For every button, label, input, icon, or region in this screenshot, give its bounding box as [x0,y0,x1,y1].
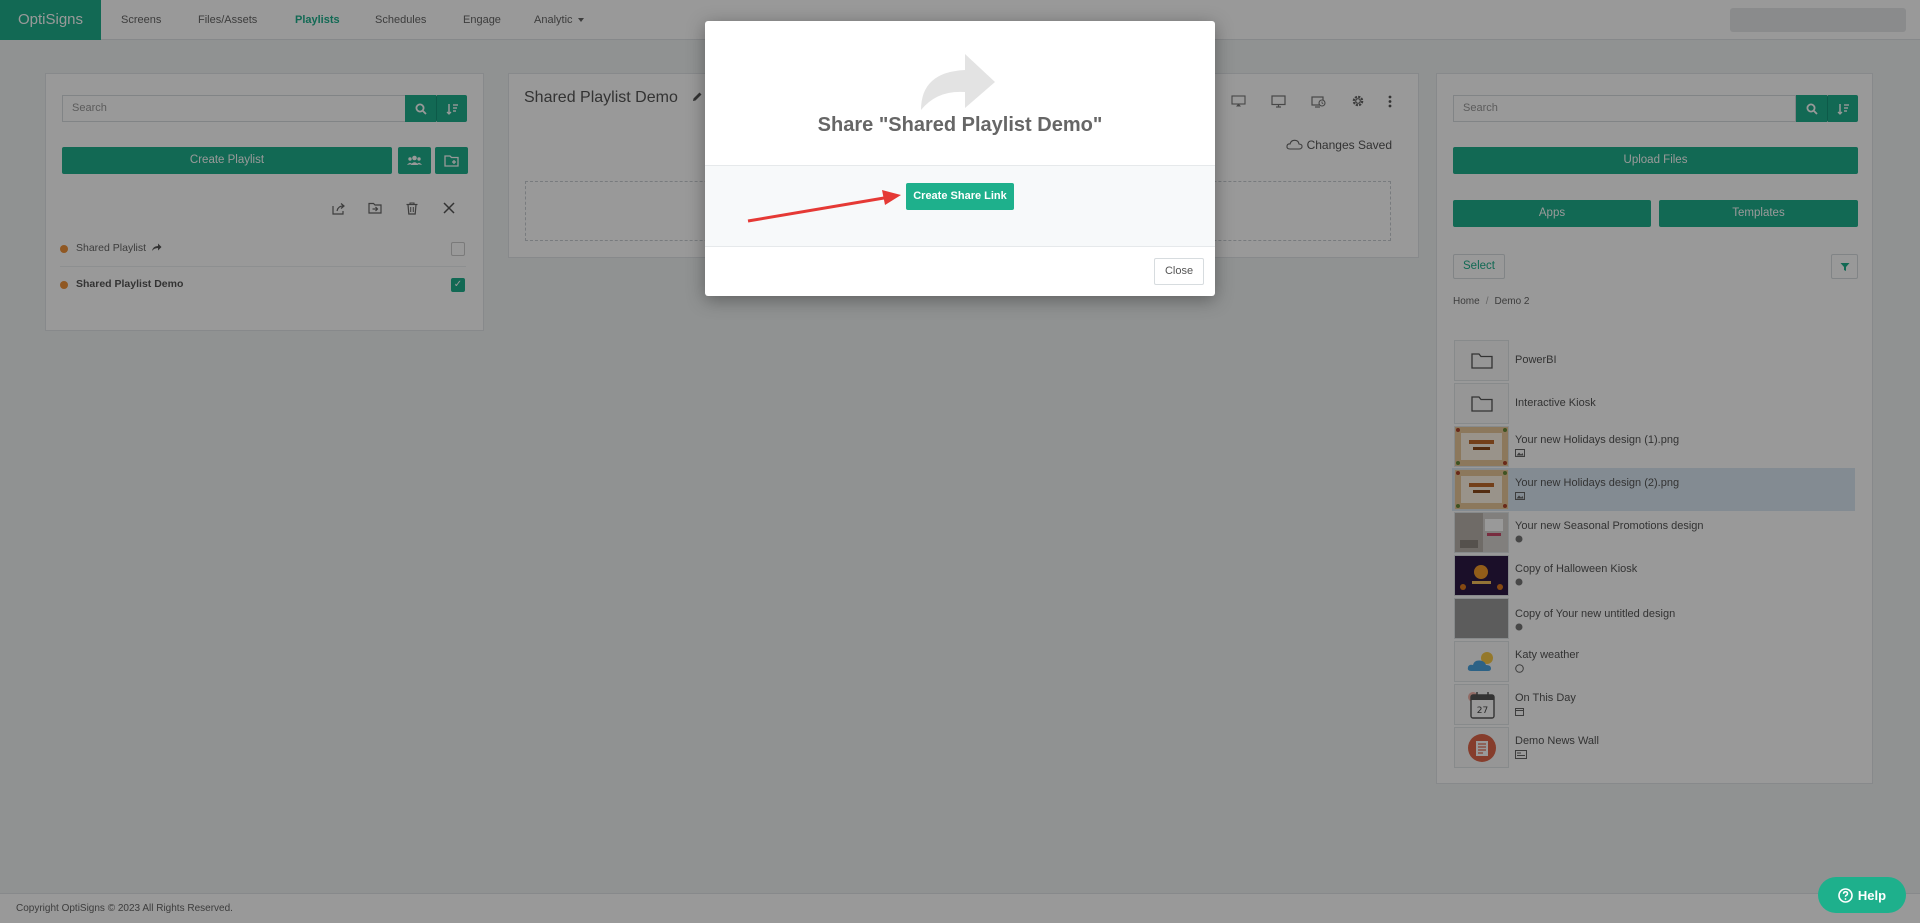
close-button[interactable]: Close [1154,258,1204,285]
help-label: Help [1857,887,1887,903]
share-modal: Share "Shared Playlist Demo" Create Shar… [705,21,1215,296]
share-forward-icon [921,54,995,110]
create-share-link-button[interactable]: Create Share Link [906,183,1014,210]
modal-body: Create Share Link [705,166,1215,247]
question-icon [1838,887,1853,903]
modal-title: Share "Shared Playlist Demo" [817,114,1103,136]
modal-header: Share "Shared Playlist Demo" [705,21,1215,166]
help-button[interactable]: Help [1818,877,1906,913]
